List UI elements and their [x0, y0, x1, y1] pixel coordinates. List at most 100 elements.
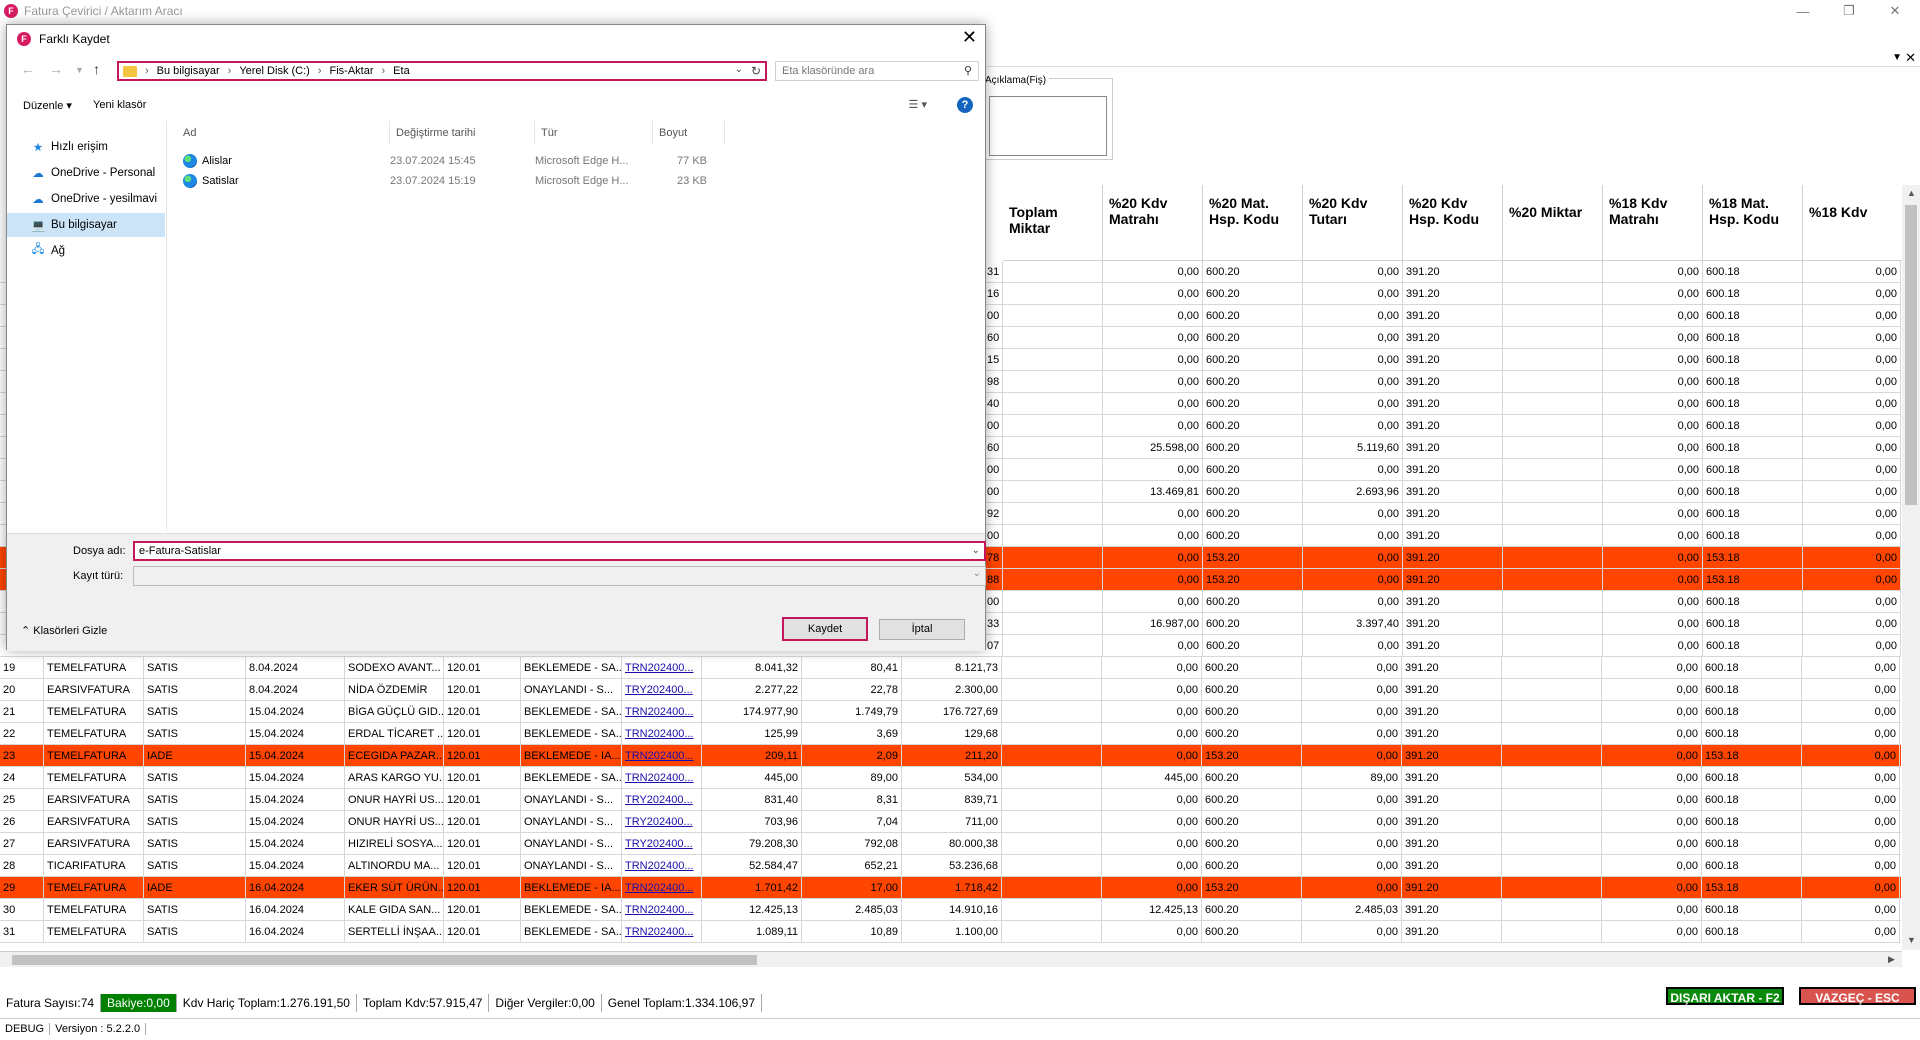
- grid-cell[interactable]: 0,00: [1603, 327, 1703, 349]
- grid-cell[interactable]: 0,00: [1803, 503, 1901, 525]
- grid-cell[interactable]: 0,00: [1302, 723, 1402, 745]
- grid-cell[interactable]: 0,00: [1603, 569, 1703, 591]
- grid-cell[interactable]: ONUR HAYRİ US...: [345, 789, 444, 811]
- grid-cell[interactable]: 0,00: [1603, 437, 1703, 459]
- grid-cell[interactable]: [1502, 855, 1602, 877]
- grid-cell[interactable]: 0,00: [1803, 261, 1901, 283]
- grid-cell[interactable]: 0,00: [1603, 547, 1703, 569]
- grid-cell[interactable]: 0,00: [1103, 503, 1203, 525]
- grid-cell[interactable]: TEMELFATURA: [44, 657, 144, 679]
- grid-cell[interactable]: [1503, 283, 1603, 305]
- grid-cell[interactable]: [1003, 371, 1103, 393]
- grid-cell[interactable]: 600.20: [1203, 283, 1303, 305]
- maximize-icon[interactable]: ❐: [1826, 0, 1872, 22]
- scroll-down-icon[interactable]: ▼: [1907, 935, 1916, 945]
- grid-cell[interactable]: [1502, 745, 1602, 767]
- grid-cell[interactable]: 1.718,42: [902, 877, 1002, 899]
- grid-cell[interactable]: 153.20: [1202, 877, 1302, 899]
- grid-cell[interactable]: 0,00: [1103, 283, 1203, 305]
- grid-cell[interactable]: 13.469,81: [1103, 481, 1203, 503]
- column-name[interactable]: Ad: [177, 121, 390, 145]
- grid-cell[interactable]: 391.20: [1402, 855, 1502, 877]
- grid-cell[interactable]: [1502, 899, 1602, 921]
- table-row[interactable]: 20 EARSIVFATURA SATIS 8.04.2024 NİDA ÖZDEMİR…: [0, 679, 1901, 701]
- grid-cell[interactable]: 0,00: [1303, 349, 1403, 371]
- grid-cell[interactable]: 600.18: [1703, 503, 1803, 525]
- grid-cell[interactable]: 600.18: [1702, 855, 1802, 877]
- grid-cell[interactable]: ECEGIDA PAZAR...: [345, 745, 444, 767]
- grid-cell[interactable]: 0,00: [1303, 547, 1403, 569]
- grid-column-header[interactable]: %20 Mat. Hsp. Kodu: [1203, 185, 1303, 261]
- grid-cell[interactable]: [1503, 569, 1603, 591]
- grid-cell[interactable]: SATIS: [144, 921, 246, 943]
- grid-cell[interactable]: 2.693,96: [1303, 481, 1403, 503]
- grid-cell[interactable]: 120.01: [444, 921, 521, 943]
- grid-cell[interactable]: [1503, 525, 1603, 547]
- nav-network[interactable]: 🖧 Ağ: [7, 239, 165, 263]
- up-arrow-icon[interactable]: ↑: [93, 61, 100, 77]
- grid-cell[interactable]: 120.01: [444, 679, 521, 701]
- grid-cell[interactable]: 600.20: [1202, 679, 1302, 701]
- grid-cell[interactable]: 0,00: [1302, 789, 1402, 811]
- grid-cell[interactable]: TEMELFATURA: [44, 877, 144, 899]
- grid-cell[interactable]: 600.20: [1203, 349, 1303, 371]
- vertical-scrollbar[interactable]: ▲ ▼: [1902, 185, 1920, 950]
- dialog-close-icon[interactable]: ✕: [962, 27, 977, 48]
- grid-cell[interactable]: 28: [0, 855, 44, 877]
- grid-cell[interactable]: 391.20: [1403, 305, 1503, 327]
- grid-cell[interactable]: ONAYLANDI - S...: [521, 833, 622, 855]
- grid-cell[interactable]: 0,00: [1803, 305, 1901, 327]
- grid-cell[interactable]: BEKLEMEDE - SA...: [521, 899, 622, 921]
- grid-cell[interactable]: 391.20: [1403, 525, 1503, 547]
- grid-cell[interactable]: EKER SÜT ÜRÜN...: [345, 877, 444, 899]
- grid-cell[interactable]: 14.910,16: [902, 899, 1002, 921]
- grid-cell[interactable]: 0,00: [1603, 349, 1703, 371]
- grid-cell[interactable]: 2.277,22: [702, 679, 802, 701]
- grid-cell[interactable]: TRN202400...: [622, 745, 702, 767]
- grid-cell[interactable]: 600.20: [1202, 855, 1302, 877]
- grid-cell[interactable]: SATIS: [144, 811, 246, 833]
- grid-cell[interactable]: 120.01: [444, 723, 521, 745]
- grid-cell[interactable]: EARSIVFATURA: [44, 811, 144, 833]
- grid-cell[interactable]: 0,00: [1102, 811, 1202, 833]
- grid-cell[interactable]: 534,00: [902, 767, 1002, 789]
- grid-cell[interactable]: 0,00: [1103, 327, 1203, 349]
- grid-cell[interactable]: 16.987,00: [1103, 613, 1203, 635]
- grid-cell[interactable]: TEMELFATURA: [44, 701, 144, 723]
- grid-cell[interactable]: 16.04.2024: [246, 877, 345, 899]
- grid-cell[interactable]: 600.18: [1703, 635, 1803, 657]
- grid-cell[interactable]: [1002, 811, 1102, 833]
- grid-cell[interactable]: 600.18: [1703, 349, 1803, 371]
- grid-cell[interactable]: 600.20: [1203, 437, 1303, 459]
- grid-cell[interactable]: 27: [0, 833, 44, 855]
- nav-this-pc[interactable]: 💻 Bu bilgisayar: [7, 213, 165, 237]
- address-bar[interactable]: › Bu bilgisayar › Yerel Disk (C:) › Fis-…: [117, 61, 767, 81]
- grid-cell[interactable]: EARSIVFATURA: [44, 833, 144, 855]
- grid-cell[interactable]: 0,00: [1602, 701, 1702, 723]
- grid-cell[interactable]: 600.18: [1702, 811, 1802, 833]
- grid-cell[interactable]: 391.20: [1403, 349, 1503, 371]
- grid-cell[interactable]: [1003, 591, 1103, 613]
- grid-cell[interactable]: 8.04.2024: [246, 679, 345, 701]
- grid-cell[interactable]: 60: [984, 327, 1003, 349]
- grid-cell[interactable]: 600.20: [1202, 921, 1302, 943]
- grid-cell[interactable]: TRN202400...: [622, 657, 702, 679]
- grid-cell[interactable]: 00: [984, 591, 1003, 613]
- grid-column-header[interactable]: %20 Kdv Tutarı: [1303, 185, 1403, 261]
- grid-cell[interactable]: [1003, 261, 1103, 283]
- grid-cell[interactable]: BEKLEMEDE - SA...: [521, 657, 622, 679]
- address-dropdown-icon[interactable]: ⌄: [735, 64, 743, 75]
- grid-cell[interactable]: [1002, 745, 1102, 767]
- grid-cell[interactable]: 0,00: [1102, 701, 1202, 723]
- hide-folders-button[interactable]: ⌃ Klasörleri Gizle: [21, 624, 107, 637]
- column-type[interactable]: Tür: [535, 121, 653, 145]
- grid-cell[interactable]: 0,00: [1303, 591, 1403, 613]
- filetype-select[interactable]: ⌄: [133, 566, 986, 586]
- grid-cell[interactable]: [1002, 877, 1102, 899]
- grid-cell[interactable]: [1002, 789, 1102, 811]
- grid-cell[interactable]: ONAYLANDI - S...: [521, 855, 622, 877]
- grid-cell[interactable]: 52.584,47: [702, 855, 802, 877]
- grid-cell[interactable]: 120.01: [444, 877, 521, 899]
- grid-cell[interactable]: ONAYLANDI - S...: [521, 811, 622, 833]
- grid-cell[interactable]: 0,00: [1303, 305, 1403, 327]
